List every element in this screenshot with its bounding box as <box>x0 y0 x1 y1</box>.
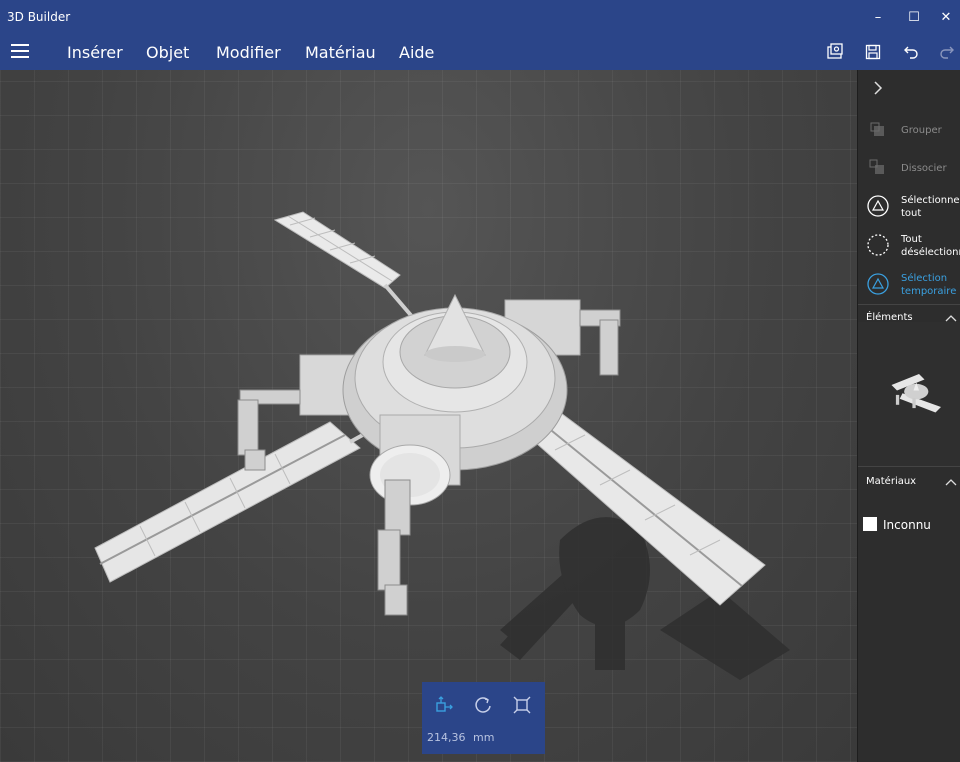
chevron-up-icon[interactable] <box>945 478 957 486</box>
element-thumbnail[interactable] <box>858 322 960 442</box>
undo-icon[interactable] <box>898 40 924 64</box>
move-icon[interactable] <box>433 694 455 716</box>
ungroup-icon <box>869 159 884 174</box>
materials-header[interactable]: Matériaux <box>858 472 960 494</box>
maximize-button[interactable]: ☐ <box>896 0 932 34</box>
select-all-line2: tout <box>901 208 922 219</box>
menu-modifier[interactable]: Modifier <box>216 43 281 62</box>
deselect-all-icon <box>867 234 889 256</box>
temp-selection-icon <box>867 273 889 295</box>
select-all-line1: Sélectionner <box>901 195 960 206</box>
material-name: Inconnu <box>883 518 931 532</box>
temp-selection-label: Sélection temporaire <box>901 272 956 298</box>
temp-selection-line1: Sélection <box>901 273 948 284</box>
material-swatch[interactable] <box>863 517 877 531</box>
3d-viewport[interactable] <box>0 70 857 762</box>
dimension-value[interactable]: 214,36 <box>427 731 466 744</box>
group-icon <box>870 122 884 136</box>
transform-toolbar: 214,36 mm <box>422 682 545 754</box>
minimize-icon: – <box>874 9 882 25</box>
share-icon[interactable] <box>822 40 848 64</box>
menu-materiau[interactable]: Matériau <box>305 43 376 62</box>
space-station-model[interactable] <box>0 70 857 762</box>
dimension-unit[interactable]: mm <box>473 731 494 744</box>
deselect-all-label: Tout désélectionne <box>901 233 960 259</box>
app-title: 3D Builder <box>7 10 71 24</box>
rotate-icon[interactable] <box>472 694 494 716</box>
scale-icon[interactable] <box>511 694 533 716</box>
maximize-icon: ☐ <box>908 9 920 25</box>
temp-selection-line2: temporaire <box>901 286 957 297</box>
ungroup-button[interactable]: Dissocier <box>858 152 960 188</box>
group-label: Grouper <box>901 125 942 136</box>
redo-icon[interactable] <box>936 40 958 64</box>
close-icon: ✕ <box>940 9 952 25</box>
right-panel: Grouper Dissocier Sélectionner tout Tout d… <box>857 70 960 762</box>
select-all-label: Sélectionner tout <box>901 194 960 220</box>
select-all-button[interactable]: Sélectionner tout <box>858 190 960 226</box>
minimize-button[interactable]: – <box>860 0 896 34</box>
ungroup-label: Dissocier <box>901 163 947 174</box>
select-all-icon <box>867 195 889 217</box>
title-bar: 3D Builder – ☐ ✕ <box>0 0 960 34</box>
chevron-right-icon[interactable] <box>872 80 884 96</box>
deselect-all-line1: Tout <box>901 234 922 245</box>
menu-aide[interactable]: Aide <box>399 43 434 62</box>
materials-title: Matériaux <box>866 476 917 487</box>
menu-bar: Insérer Objet Modifier Matériau Aide <box>0 34 960 70</box>
panel-divider <box>858 304 960 305</box>
chevron-up-icon[interactable] <box>945 314 957 322</box>
hamburger-menu-icon[interactable] <box>11 44 29 58</box>
save-icon[interactable] <box>860 40 886 64</box>
deselect-all-button[interactable]: Tout désélectionne <box>858 229 960 265</box>
menu-objet[interactable]: Objet <box>146 43 189 62</box>
deselect-all-line2: désélectionne <box>901 247 960 258</box>
elements-thumbnail-area <box>858 322 960 466</box>
close-button[interactable]: ✕ <box>932 0 960 34</box>
temp-selection-button[interactable]: Sélection temporaire <box>858 268 960 304</box>
panel-divider-2 <box>858 466 960 467</box>
group-button[interactable]: Grouper <box>858 114 960 150</box>
menu-inserer[interactable]: Insérer <box>67 43 123 62</box>
